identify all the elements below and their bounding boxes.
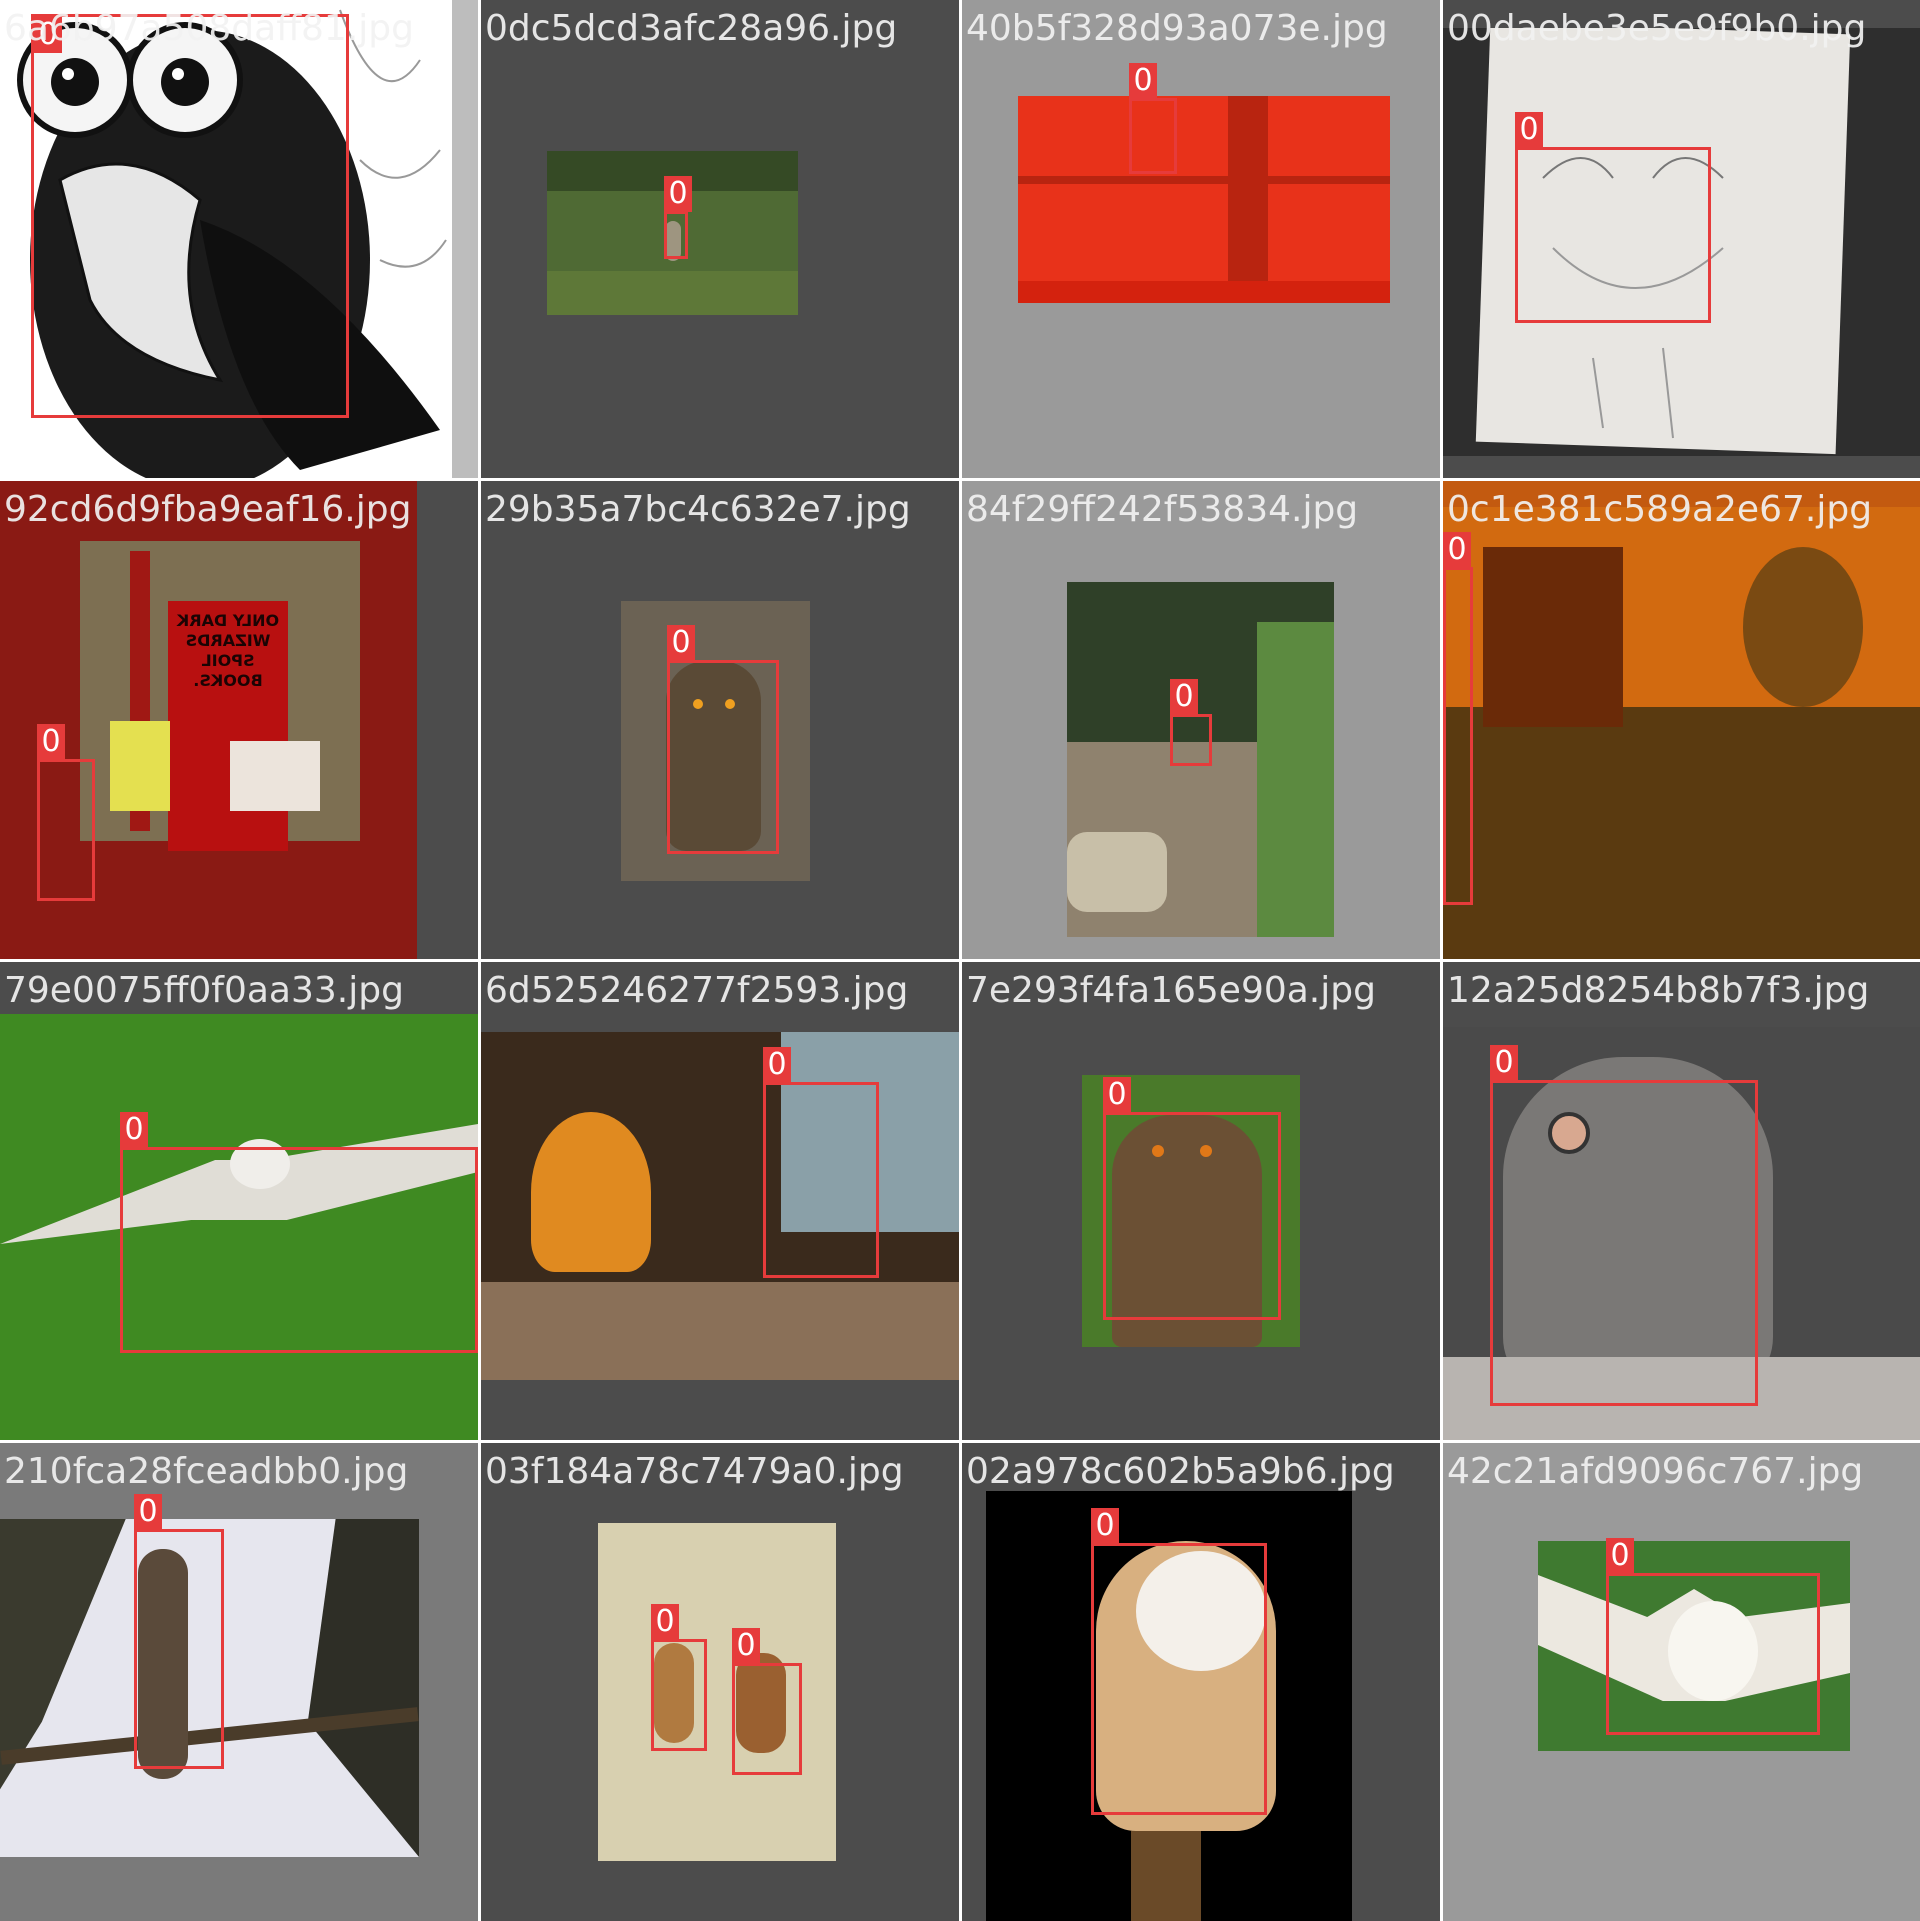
tile-14[interactable]: 03f184a78c7479a0.jpg 0 0 [481, 1443, 959, 1921]
bounding-box[interactable]: 0 [134, 1494, 224, 1769]
bounding-box[interactable]: 0 [31, 14, 349, 418]
tile-16-filename: 42c21afd9096c767.jpg [1447, 1451, 1864, 1492]
bounding-box[interactable]: 0 [1103, 1077, 1281, 1320]
tile-16[interactable]: 42c21afd9096c767.jpg 0 [1443, 1443, 1920, 1921]
class-label: 0 [664, 176, 692, 212]
bounding-box[interactable]: 0 [732, 1628, 802, 1775]
bounding-box[interactable]: 0 [651, 1604, 707, 1751]
tile-14-filename: 03f184a78c7479a0.jpg [485, 1451, 904, 1492]
class-label: 0 [1443, 532, 1471, 568]
bounding-box[interactable]: 0 [120, 1112, 478, 1353]
bounding-box[interactable]: 0 [37, 724, 95, 901]
sign-text: ONLY DARK WIZARDS SPOIL BOOKS. [176, 611, 280, 690]
tile-12[interactable]: 12a25d8254b8b7f3.jpg 0 [1443, 962, 1920, 1440]
class-label: 0 [134, 1494, 162, 1530]
tile-5[interactable]: ONLY DARK WIZARDS SPOIL BOOKS. 92cd6d9fb… [0, 481, 478, 959]
class-label: 0 [1490, 1045, 1518, 1081]
class-label: 0 [651, 1604, 679, 1640]
tile-13-filename: 210fca28fceadbb0.jpg [4, 1451, 409, 1492]
class-label: 0 [37, 724, 65, 760]
bounding-box[interactable]: 0 [1129, 63, 1177, 174]
tile-9-filename: 79e0075ff0f0aa33.jpg [4, 970, 404, 1011]
tile-4-filename: 00daebe3e5e9f9b0.jpg [1447, 8, 1867, 49]
tile-3-filename: 40b5f328d93a073e.jpg [966, 8, 1388, 49]
bounding-box[interactable]: 0 [763, 1047, 879, 1278]
tile-10-image [481, 1032, 959, 1380]
tile-3-image [1018, 96, 1390, 303]
class-label: 0 [1515, 112, 1543, 148]
tile-13[interactable]: 210fca28fceadbb0.jpg 0 [0, 1443, 478, 1921]
tile-8-image [1443, 507, 1920, 959]
tile-9[interactable]: 79e0075ff0f0aa33.jpg 0 [0, 962, 478, 1440]
tile-15-filename: 02a978c602b5a9b6.jpg [966, 1451, 1395, 1492]
class-label: 0 [732, 1628, 760, 1664]
bounding-box[interactable]: 0 [1443, 532, 1473, 905]
tile-1-filename: 6a6b97a508daff81.jpg [4, 8, 414, 49]
tile-8-filename: 0c1e381c589a2e67.jpg [1447, 489, 1873, 530]
class-label: 0 [667, 625, 695, 661]
class-label: 0 [1129, 63, 1157, 99]
tile-1[interactable]: 6a6b97a508daff81.jpg 0 [0, 0, 478, 478]
class-label: 0 [1606, 1538, 1634, 1574]
bounding-box[interactable]: 0 [1091, 1508, 1267, 1815]
class-label: 0 [763, 1047, 791, 1083]
bounding-box[interactable]: 0 [1515, 112, 1711, 323]
tile-12-filename: 12a25d8254b8b7f3.jpg [1447, 970, 1870, 1011]
bounding-box[interactable]: 0 [664, 176, 692, 259]
tile-4[interactable]: 00daebe3e5e9f9b0.jpg 0 [1443, 0, 1920, 478]
bounding-box[interactable]: 0 [667, 625, 779, 854]
tile-10-filename: 6d525246277f2593.jpg [485, 970, 909, 1011]
tile-7-filename: 84f29ff242f53834.jpg [966, 489, 1359, 530]
tile-2-filename: 0dc5dcd3afc28a96.jpg [485, 8, 898, 49]
tile-11-filename: 7e293f4fa165e90a.jpg [966, 970, 1376, 1011]
tile-7[interactable]: 84f29ff242f53834.jpg 0 [962, 481, 1440, 959]
tile-10[interactable]: 6d525246277f2593.jpg 0 [481, 962, 959, 1440]
tile-8[interactable]: 0c1e381c589a2e67.jpg 0 [1443, 481, 1920, 959]
tile-6-filename: 29b35a7bc4c632e7.jpg [485, 489, 911, 530]
tile-2[interactable]: 0dc5dcd3afc28a96.jpg 0 [481, 0, 959, 478]
class-label: 0 [1091, 1508, 1119, 1544]
tile-6[interactable]: 29b35a7bc4c632e7.jpg 0 [481, 481, 959, 959]
bounding-box[interactable]: 0 [1490, 1045, 1758, 1406]
tile-3[interactable]: 40b5f328d93a073e.jpg 0 [962, 0, 1440, 478]
class-label: 0 [1170, 679, 1198, 715]
tile-5-filename: 92cd6d9fba9eaf16.jpg [4, 489, 412, 530]
bounding-box[interactable]: 0 [1606, 1538, 1820, 1735]
class-label: 0 [120, 1112, 148, 1148]
tile-15[interactable]: 02a978c602b5a9b6.jpg 0 [962, 1443, 1440, 1921]
tile-11[interactable]: 7e293f4fa165e90a.jpg 0 [962, 962, 1440, 1440]
class-label: 0 [1103, 1077, 1131, 1113]
bounding-box[interactable]: 0 [1170, 679, 1212, 766]
